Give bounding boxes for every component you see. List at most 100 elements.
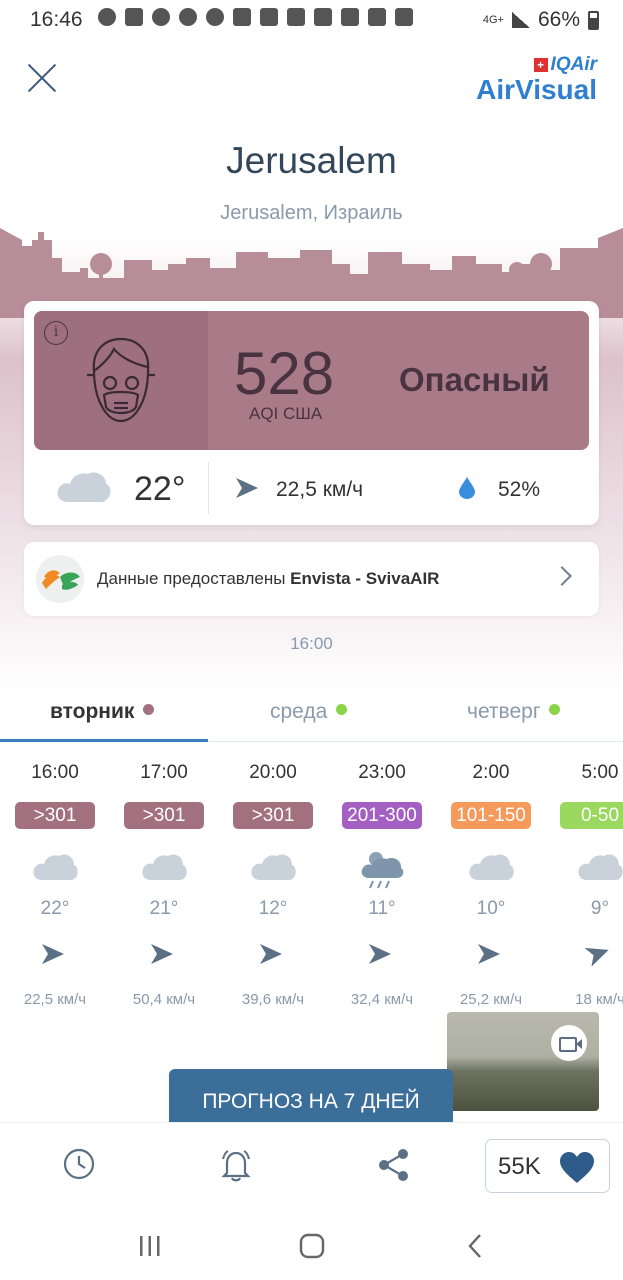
share-icon[interactable]	[376, 1147, 412, 1183]
provider-text: Данные предоставлены Envista - SvivaAIR	[97, 569, 440, 588]
hour-wind-speed: 32,4 км/ч	[350, 991, 414, 1008]
divider	[208, 462, 209, 514]
wind-direction-icon	[258, 942, 284, 971]
network-type: 4G+	[482, 14, 504, 26]
youtube-icon	[260, 8, 278, 26]
logo-iqair-text: IQAir	[550, 54, 597, 75]
aqi-badge: >301	[233, 802, 313, 829]
aqi-badge: >301	[124, 802, 204, 829]
provider-logo-icon	[36, 555, 84, 603]
flame-icon	[152, 8, 170, 26]
facebook-icon	[206, 8, 224, 26]
battery-icon	[588, 10, 599, 30]
recent-apps-icon[interactable]	[137, 1234, 163, 1258]
current-temperature: 22°	[134, 470, 186, 508]
app-icon	[395, 8, 413, 26]
notification-icons	[98, 8, 413, 26]
cloud-icon	[57, 472, 111, 502]
info-icon[interactable]: i	[44, 321, 68, 345]
hour-time: 5:00	[581, 762, 619, 783]
city-location: Jerusalem, Израиль	[220, 202, 403, 224]
tab-tuesday[interactable]: вторник	[50, 700, 155, 724]
seven-day-forecast-button[interactable]: ПРОГНОЗ НА 7 ДНЕЙ	[169, 1069, 453, 1125]
status-time: 16:46	[30, 8, 83, 31]
aqi-unit-label: AQI США	[249, 404, 323, 423]
aqi-dot	[143, 704, 155, 715]
updated-time: 16:00	[290, 634, 333, 653]
tab-thursday[interactable]: четверг	[467, 700, 561, 724]
like-button[interactable]: 55K	[485, 1139, 610, 1193]
iqair-airvisual-logo: + IQAir AirVisual	[476, 54, 597, 104]
hour-temperature: 10°	[476, 898, 506, 919]
current-wind-speed: 22,5 км/ч	[276, 478, 364, 501]
app-icon	[368, 8, 386, 26]
hour-temperature: 9°	[590, 898, 610, 919]
hour-temperature: 21°	[149, 898, 179, 919]
video-camera-icon[interactable]	[551, 1025, 587, 1061]
cloud-icon	[577, 850, 623, 887]
provider-name: Envista - SvivaAIR	[290, 569, 440, 588]
close-button[interactable]	[26, 62, 58, 94]
night-rain-icon	[359, 850, 405, 895]
bell-alert-icon[interactable]	[219, 1147, 253, 1183]
cloud-icon	[250, 850, 296, 887]
flame-icon	[179, 8, 197, 26]
swiss-flag-icon: +	[533, 58, 548, 72]
hour-wind-speed: 25,2 км/ч	[459, 991, 523, 1008]
history-clock-icon[interactable]	[62, 1147, 96, 1181]
wind-direction-icon	[367, 942, 393, 971]
hour-wind-speed: 39,6 км/ч	[241, 991, 305, 1008]
aqi-badge: 101-150	[451, 802, 531, 829]
hour-time: 20:00	[249, 762, 297, 783]
aqi-dot	[549, 704, 561, 715]
tab-wednesday[interactable]: среда	[270, 700, 348, 724]
hour-wind-speed: 22,5 км/ч	[23, 991, 87, 1008]
wind-direction-icon	[149, 942, 175, 971]
aqi-dot	[336, 704, 348, 715]
aqi-badge: >301	[15, 802, 95, 829]
aqi-badge: 0-50	[560, 802, 623, 829]
hour-time: 23:00	[358, 762, 406, 783]
aqi-status: Опасный	[399, 361, 550, 398]
back-icon[interactable]	[465, 1233, 485, 1259]
aqi-panel: i 528 AQI США Опасный	[34, 311, 589, 450]
logo-airvisual-text: AirVisual	[476, 74, 597, 105]
battery-percent: 66%	[537, 8, 580, 31]
youtube-icon	[314, 8, 332, 26]
youtube-icon	[287, 8, 305, 26]
wind-direction-icon	[40, 942, 66, 971]
hour-temperature: 11°	[368, 898, 396, 919]
wind-direction-icon	[476, 942, 502, 971]
data-provider-card[interactable]: Данные предоставлены Envista - SvivaAIR	[24, 542, 599, 616]
status-right: 4G+ 66%	[483, 8, 599, 32]
message-icon	[125, 8, 143, 26]
wind-direction-icon	[236, 478, 258, 498]
city-name: Jerusalem	[226, 140, 397, 181]
aqi-value: 528	[234, 340, 335, 407]
cloud-icon	[141, 850, 187, 887]
wind-direction-icon	[584, 942, 611, 971]
status-bar: 16:46 4G+ 66%	[0, 0, 623, 40]
hour-time: 2:00	[472, 762, 510, 783]
current-humidity: 52%	[498, 478, 541, 501]
hour-time: 17:00	[140, 762, 188, 783]
hour-time: 16:00	[31, 762, 79, 783]
webcam-video-thumbnail[interactable]	[447, 1012, 599, 1111]
hour-wind-speed: 18 км/ч	[575, 991, 623, 1008]
heart-icon	[560, 1152, 594, 1183]
humidity-drop-icon	[459, 477, 475, 499]
likes-count: 55K	[498, 1153, 541, 1180]
current-weather-row: 22° 22,5 км/ч 52%	[34, 456, 589, 518]
hourly-forecast: 16:00 >301 22° 22,5 км/ч 17:00 >301 21° 50,4 км…	[0, 742, 623, 1022]
bottom-action-bar: 55K	[0, 1122, 623, 1212]
chevron-right-icon	[552, 566, 572, 586]
hour-wind-speed: 50,4 км/ч	[132, 991, 196, 1008]
gas-mask-face-icon	[87, 337, 155, 423]
signal-icon	[511, 12, 530, 28]
app-icon	[341, 8, 359, 26]
home-icon[interactable]	[299, 1233, 325, 1259]
android-navigation-bar	[0, 1212, 623, 1280]
cloud-icon	[32, 850, 78, 887]
aqi-badge: 201-300	[342, 802, 422, 829]
hour-temperature: 12°	[258, 898, 288, 919]
